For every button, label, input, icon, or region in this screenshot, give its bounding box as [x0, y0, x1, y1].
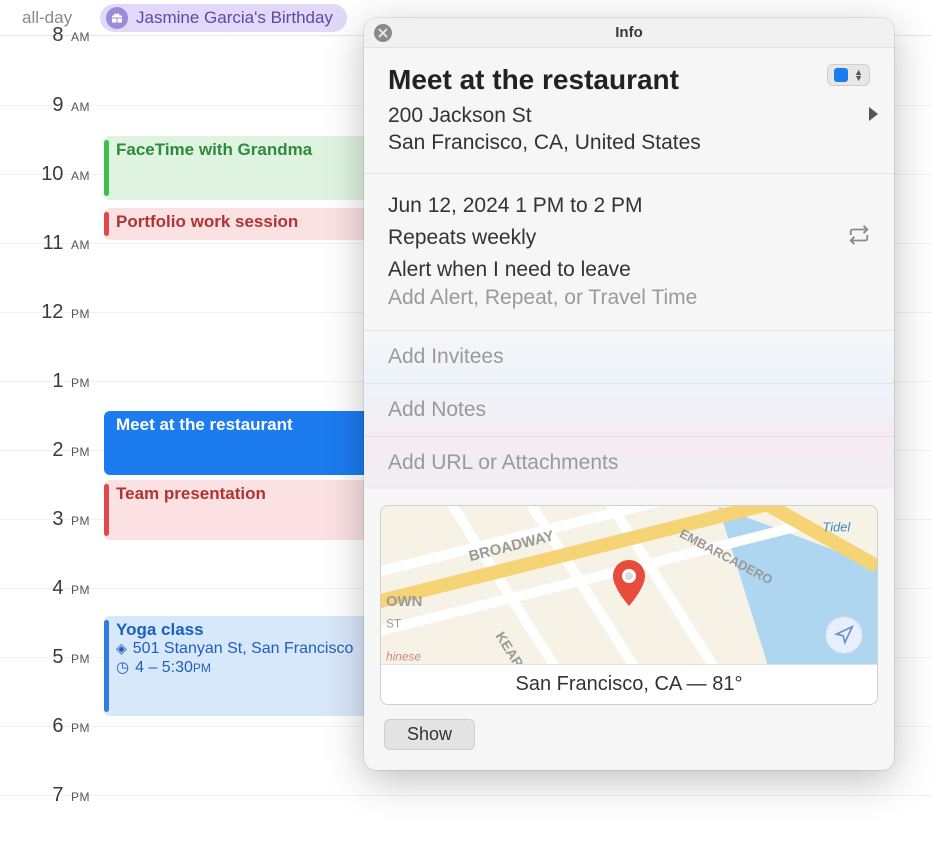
svg-text:Tidel: Tidel — [822, 519, 851, 534]
calendar-picker[interactable]: ▲▼ — [827, 64, 870, 86]
svg-text:hinese: hinese — [386, 649, 421, 663]
chevron-updown-icon: ▲▼ — [854, 69, 863, 81]
svg-text:OWN: OWN — [386, 593, 422, 609]
event-datetime[interactable]: Jun 12, 2024 1 PM to 2 PM — [388, 194, 870, 218]
map-caption: San Francisco, CA — 81° — [381, 664, 877, 704]
add-notes-placeholder: Add Notes — [388, 398, 486, 421]
event-repeat[interactable]: Repeats weekly — [388, 226, 536, 250]
allday-event-birthday[interactable]: Jasmine Garcia's Birthday — [100, 4, 347, 32]
clock-icon — [116, 658, 131, 677]
add-alert-placeholder[interactable]: Add Alert, Repeat, or Travel Time — [388, 286, 870, 310]
event-alert[interactable]: Alert when I need to leave — [388, 258, 870, 282]
event-color-bar — [104, 212, 109, 236]
hour-label: 6 PM — [0, 715, 96, 738]
hour-label: 10 AM — [0, 163, 96, 186]
notes-section[interactable]: Add Notes — [364, 384, 894, 437]
event-color-bar — [104, 140, 109, 196]
add-invitees-placeholder: Add Invitees — [388, 345, 504, 368]
event-title-field[interactable]: Meet at the restaurant — [388, 64, 679, 96]
hour-label: 8 AM — [0, 24, 96, 47]
event-color-bar — [104, 484, 109, 536]
event-title: Meet at the restaurant — [116, 415, 293, 434]
event-color-bar — [104, 620, 109, 712]
url-attachments-section[interactable]: Add URL or Attachments — [364, 437, 894, 489]
event-title: Portfolio work session — [116, 212, 298, 231]
hour-label: 5 PM — [0, 646, 96, 669]
map-preview[interactable]: BROADWAY KEARNY EMBARCADERO OWN ST Tidel… — [380, 505, 878, 705]
allday-event-title: Jasmine Garcia's Birthday — [136, 8, 333, 28]
show-button[interactable]: Show — [384, 719, 475, 750]
map-pin-icon — [611, 560, 647, 613]
event-title-section: Meet at the restaurant ▲▼ 200 Jackson St… — [364, 48, 894, 174]
location-pin-icon — [116, 640, 129, 658]
close-icon[interactable] — [374, 24, 392, 42]
event-time-section: Jun 12, 2024 1 PM to 2 PM Repeats weekly… — [364, 174, 894, 331]
hour-label: 3 PM — [0, 508, 96, 531]
hour-label: 11 AM — [0, 232, 96, 255]
event-title: Team presentation — [116, 484, 266, 503]
event-location-field[interactable]: 200 Jackson St San Francisco, CA, United… — [388, 102, 701, 157]
invitees-section[interactable]: Add Invitees — [364, 331, 894, 384]
hour-label: 2 PM — [0, 439, 96, 462]
event-color-bar — [104, 415, 109, 471]
gift-icon — [106, 7, 128, 29]
hour-label: 9 AM — [0, 94, 96, 117]
event-info-popover: Info Meet at the restaurant ▲▼ 200 Jacks… — [364, 18, 894, 770]
svg-text:ST: ST — [386, 616, 401, 630]
event-title: FaceTime with Grandma — [116, 140, 312, 159]
hour-label: 4 PM — [0, 577, 96, 600]
calendar-color-swatch — [834, 68, 848, 82]
hour-label: 7 PM — [0, 784, 96, 807]
repeat-icon — [848, 224, 870, 251]
add-url-placeholder: Add URL or Attachments — [388, 451, 618, 474]
hour-label: 12 PM — [0, 301, 96, 324]
popover-footer: Show — [364, 705, 894, 770]
popover-title-label: Info — [615, 24, 643, 41]
map-locate-button[interactable] — [825, 616, 863, 654]
hour-label: 1 PM — [0, 370, 96, 393]
popover-header: Info — [364, 18, 894, 48]
